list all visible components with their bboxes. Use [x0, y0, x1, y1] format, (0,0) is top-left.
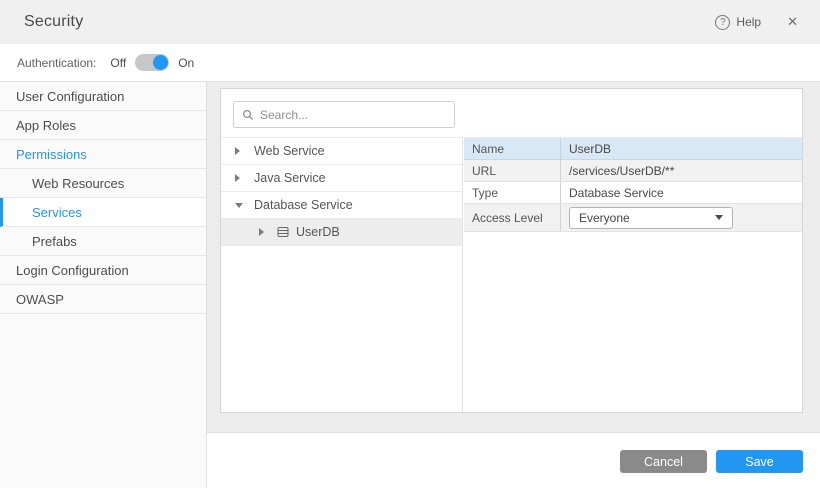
search-icon [242, 109, 254, 121]
sidebar-item-owasp[interactable]: OWASP [0, 285, 206, 314]
sidebar-item-permissions[interactable]: Permissions [0, 140, 206, 169]
content-area: Web Service Java Service Database Servic… [207, 82, 820, 488]
row-label: Name [464, 138, 561, 159]
sidebar-item-user-configuration[interactable]: User Configuration [0, 82, 206, 111]
sidebar-item-app-roles[interactable]: App Roles [0, 111, 206, 140]
toggle-off-label: Off [110, 56, 126, 70]
authentication-label: Authentication: [17, 56, 96, 70]
service-details-table: Name UserDB URL /services/UserDB/** Type… [464, 137, 802, 232]
header-actions: ? Help ✕ [715, 14, 804, 30]
row-label: URL [464, 160, 561, 181]
table-row-url: URL /services/UserDB/** [464, 160, 802, 182]
toggle-on-label: On [178, 56, 194, 70]
expand-arrow-icon[interactable] [235, 174, 245, 182]
page-title: Security [24, 13, 83, 31]
access-level-dropdown[interactable]: Everyone [569, 207, 733, 229]
tree-item-web-service[interactable]: Web Service [221, 138, 462, 165]
save-button[interactable]: Save [716, 450, 803, 473]
close-icon[interactable]: ✕ [787, 14, 798, 30]
database-icon [277, 226, 289, 238]
authentication-toggle[interactable] [135, 54, 169, 71]
sidebar-item-login-configuration[interactable]: Login Configuration [0, 256, 206, 285]
row-label: Type [464, 182, 561, 203]
row-label: Access Level [464, 204, 561, 231]
expand-arrow-icon[interactable] [235, 147, 245, 155]
dialog-footer: Cancel Save [207, 432, 820, 488]
help-icon: ? [715, 15, 730, 30]
security-dialog: Security ? Help ✕ Authentication: Off On… [0, 0, 820, 488]
table-row-name: Name UserDB [464, 138, 802, 160]
sidebar-item-services[interactable]: Services [0, 198, 206, 227]
table-row-access-level: Access Level Everyone [464, 204, 802, 232]
dialog-header: Security ? Help ✕ [0, 0, 820, 44]
sidebar-item-prefabs[interactable]: Prefabs [0, 227, 206, 256]
toggle-knob [153, 55, 168, 70]
tree-item-database-service[interactable]: Database Service [221, 192, 462, 219]
table-row-type: Type Database Service [464, 182, 802, 204]
tree-item-java-service[interactable]: Java Service [221, 165, 462, 192]
row-value: Database Service [561, 182, 802, 203]
cancel-button[interactable]: Cancel [620, 450, 707, 473]
sidebar-item-web-resources[interactable]: Web Resources [0, 169, 206, 198]
settings-sidebar: User Configuration App Roles Permissions… [0, 82, 207, 488]
authentication-row: Authentication: Off On [0, 44, 820, 82]
help-label: Help [736, 15, 761, 29]
row-value: UserDB [561, 138, 802, 159]
search-box [233, 101, 455, 128]
collapse-arrow-icon[interactable] [235, 203, 245, 208]
search-input[interactable] [260, 108, 454, 122]
expand-arrow-icon[interactable] [259, 228, 269, 236]
help-button[interactable]: ? Help [715, 15, 761, 30]
row-value: /services/UserDB/** [561, 160, 802, 181]
services-panel: Web Service Java Service Database Servic… [220, 88, 803, 413]
service-tree: Web Service Java Service Database Servic… [221, 137, 463, 412]
tree-item-userdb[interactable]: UserDB [221, 219, 462, 246]
chevron-down-icon [715, 215, 723, 220]
dropdown-selected-value: Everyone [579, 211, 630, 225]
